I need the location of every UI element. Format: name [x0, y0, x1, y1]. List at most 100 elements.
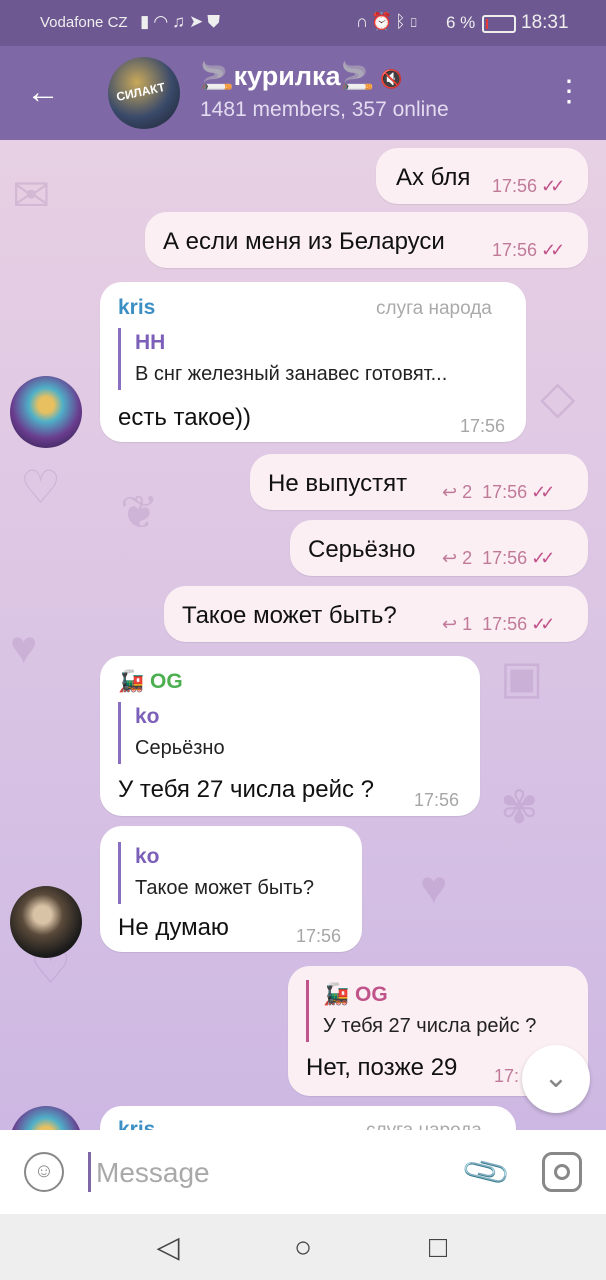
message-text: Такое может быть?	[182, 602, 397, 629]
sender-role: слуга народа	[366, 1120, 482, 1130]
double-check-icon: ✓✓	[541, 176, 565, 196]
avatar[interactable]	[10, 886, 82, 958]
reply-quote[interactable]: ko Такое может быть?	[118, 842, 314, 904]
muted-icon: 🔇	[380, 69, 403, 89]
music-icon: ♫	[172, 12, 189, 31]
camera-icon[interactable]	[542, 1152, 582, 1192]
message-input[interactable]	[94, 1150, 438, 1196]
double-check-icon: ✓✓	[541, 240, 565, 260]
quote-author: 🚂 OG	[323, 983, 388, 1006]
message-meta: ↩ 2 17:56 ✓✓	[442, 548, 555, 569]
quote-author: НН	[135, 331, 166, 354]
doodle-dove-icon: ❦	[120, 486, 159, 538]
message-bubble-outgoing[interactable]: Такое может быть? ↩ 1 17:56 ✓✓	[164, 586, 588, 642]
reply-count: 2	[462, 482, 473, 502]
group-title-text: курилка	[233, 61, 341, 91]
message-meta: ↩ 2 17:56 ✓✓	[442, 482, 555, 503]
signal-icon: ▮	[140, 12, 154, 31]
group-avatar[interactable]: СИЛАКТ	[108, 57, 180, 129]
carrier-label: Vodafone CZ	[40, 14, 128, 31]
reply-arrow-icon: ↩	[442, 482, 463, 502]
emoji-icon[interactable]: ☺	[24, 1152, 64, 1192]
alarm-icon: ⏰	[371, 12, 396, 31]
home-circle-icon[interactable]: ○	[283, 1228, 323, 1268]
double-check-icon: ✓✓	[531, 482, 555, 502]
chevron-down-icon: ⌄	[543, 1061, 569, 1094]
message-meta: 17:56 ✓✓	[492, 176, 565, 197]
doodle-cake-icon: ♥	[420, 861, 448, 913]
avatar[interactable]	[10, 1106, 82, 1130]
message-bubble-outgoing[interactable]: Серьёзно ↩ 2 17:56 ✓✓	[290, 520, 588, 576]
reply-quote[interactable]: ko Серьёзно	[118, 702, 225, 764]
group-title[interactable]: 🚬курилка🚬 🔇	[200, 60, 403, 92]
doodle-photo-icon: ▣	[500, 651, 544, 703]
message-list[interactable]: ✉ ✿ ♡ ◇ ❦ ♥ ▣ ✾ ♡ ♥ Ах бля 17:56✓✓ А есл…	[0, 140, 606, 1130]
headphones-icon: ∩	[356, 12, 372, 31]
group-subtitle: 1481 members, 357 online	[200, 98, 449, 121]
bluetooth-icon: ᛒ	[395, 12, 409, 31]
quote-text: В снг железный занавес готовят...	[135, 363, 448, 385]
system-nav-bar: ◁ ○ □	[0, 1214, 606, 1280]
reply-arrow-icon: ↩	[442, 548, 463, 568]
message-time: 17:56	[296, 926, 342, 946]
message-text: Серьёзно	[308, 536, 416, 563]
quote-author: ko	[135, 705, 160, 728]
message-bubble-outgoing[interactable]: А если меня из Беларуси 17:56 ✓✓	[145, 212, 588, 268]
message-meta: 17:56 ✓✓	[492, 240, 565, 261]
message-composer: ☺ 📎	[0, 1130, 606, 1214]
quote-author: ko	[135, 845, 160, 868]
reply-arrow-icon: ↩	[442, 614, 463, 634]
reply-count: 2	[462, 548, 473, 568]
message-bubble-incoming[interactable]: kris слуга народа НН В снг железный зана…	[100, 282, 526, 442]
message-bubble-incoming[interactable]: ko Такое может быть? Не думаю 17:56	[100, 826, 362, 952]
battery-fill	[486, 19, 488, 29]
recents-square-icon[interactable]: □	[418, 1228, 458, 1268]
avatar-logo-text: СИЛАКТ	[115, 80, 167, 104]
doodle-heart-icon: ♡	[20, 461, 62, 513]
message-bubble-incoming[interactable]: kris слуга народа	[100, 1106, 516, 1130]
message-text: У тебя 27 числа рейс ?	[118, 776, 375, 803]
message-bubble-outgoing[interactable]: Не выпустят ↩ 2 17:56 ✓✓	[250, 454, 588, 510]
cigarette-icon: 🚬	[340, 61, 375, 91]
doodle-love-icon: ♥	[10, 621, 38, 673]
message-time: 17:56	[482, 614, 528, 634]
back-arrow-icon[interactable]: ←	[26, 72, 66, 112]
more-vertical-icon[interactable]: ⋮	[554, 74, 584, 114]
sender-name[interactable]: kris	[118, 1118, 155, 1130]
double-check-icon: ✓✓	[531, 614, 555, 634]
reply-count: 1	[462, 614, 473, 634]
reply-quote[interactable]: 🚂 OG У тебя 27 числа рейс ?	[306, 980, 536, 1042]
doodle-mail-icon: ✉	[12, 169, 51, 221]
message-time: 17:56	[492, 176, 538, 196]
message-text: есть такое))	[118, 404, 252, 431]
scroll-down-button[interactable]: ⌄	[522, 1045, 590, 1113]
status-icons: ▮◠♫➤⛊	[140, 12, 224, 32]
sender-role: слуга народа	[376, 298, 492, 319]
message-time: 17:56	[482, 482, 528, 502]
message-text: Нет, позже 29	[306, 1054, 458, 1081]
doodle-gem-icon: ◇	[540, 371, 576, 423]
text-cursor	[88, 1152, 91, 1192]
sender-name[interactable]: kris	[118, 296, 155, 320]
double-check-icon: ✓✓	[531, 548, 555, 568]
paperclip-icon[interactable]: 📎	[457, 1143, 515, 1202]
battery-percent: 6 %	[446, 13, 476, 32]
status-bar: Vodafone CZ ▮◠♫➤⛊ ∩⏰ᛒ▯ 6 % 18:31	[0, 0, 606, 46]
message-text: А если меня из Беларуси	[163, 228, 445, 255]
battery-icon	[482, 15, 516, 33]
message-text: Не думаю	[118, 914, 229, 941]
message-text: Не выпустят	[268, 470, 408, 497]
doodle-flower-icon: ✾	[500, 781, 539, 833]
message-bubble-incoming[interactable]: 🚂 OG ko Серьёзно У тебя 27 числа рейс ? …	[100, 656, 480, 816]
message-time: 17:	[494, 1066, 520, 1086]
wifi-icon: ◠	[153, 12, 173, 31]
message-time: 17:56	[460, 416, 506, 436]
sender-name[interactable]: 🚂 OG	[118, 670, 183, 694]
reply-quote[interactable]: НН В снг железный занавес готовят...	[118, 328, 447, 390]
avatar[interactable]	[10, 376, 82, 448]
back-triangle-icon[interactable]: ◁	[148, 1228, 188, 1268]
message-bubble-outgoing[interactable]: Ах бля 17:56 ✓✓	[376, 148, 588, 204]
telegram-icon: ➤	[188, 12, 208, 31]
cigarette-icon: 🚬	[200, 61, 234, 91]
message-time: 17:56	[414, 790, 460, 810]
